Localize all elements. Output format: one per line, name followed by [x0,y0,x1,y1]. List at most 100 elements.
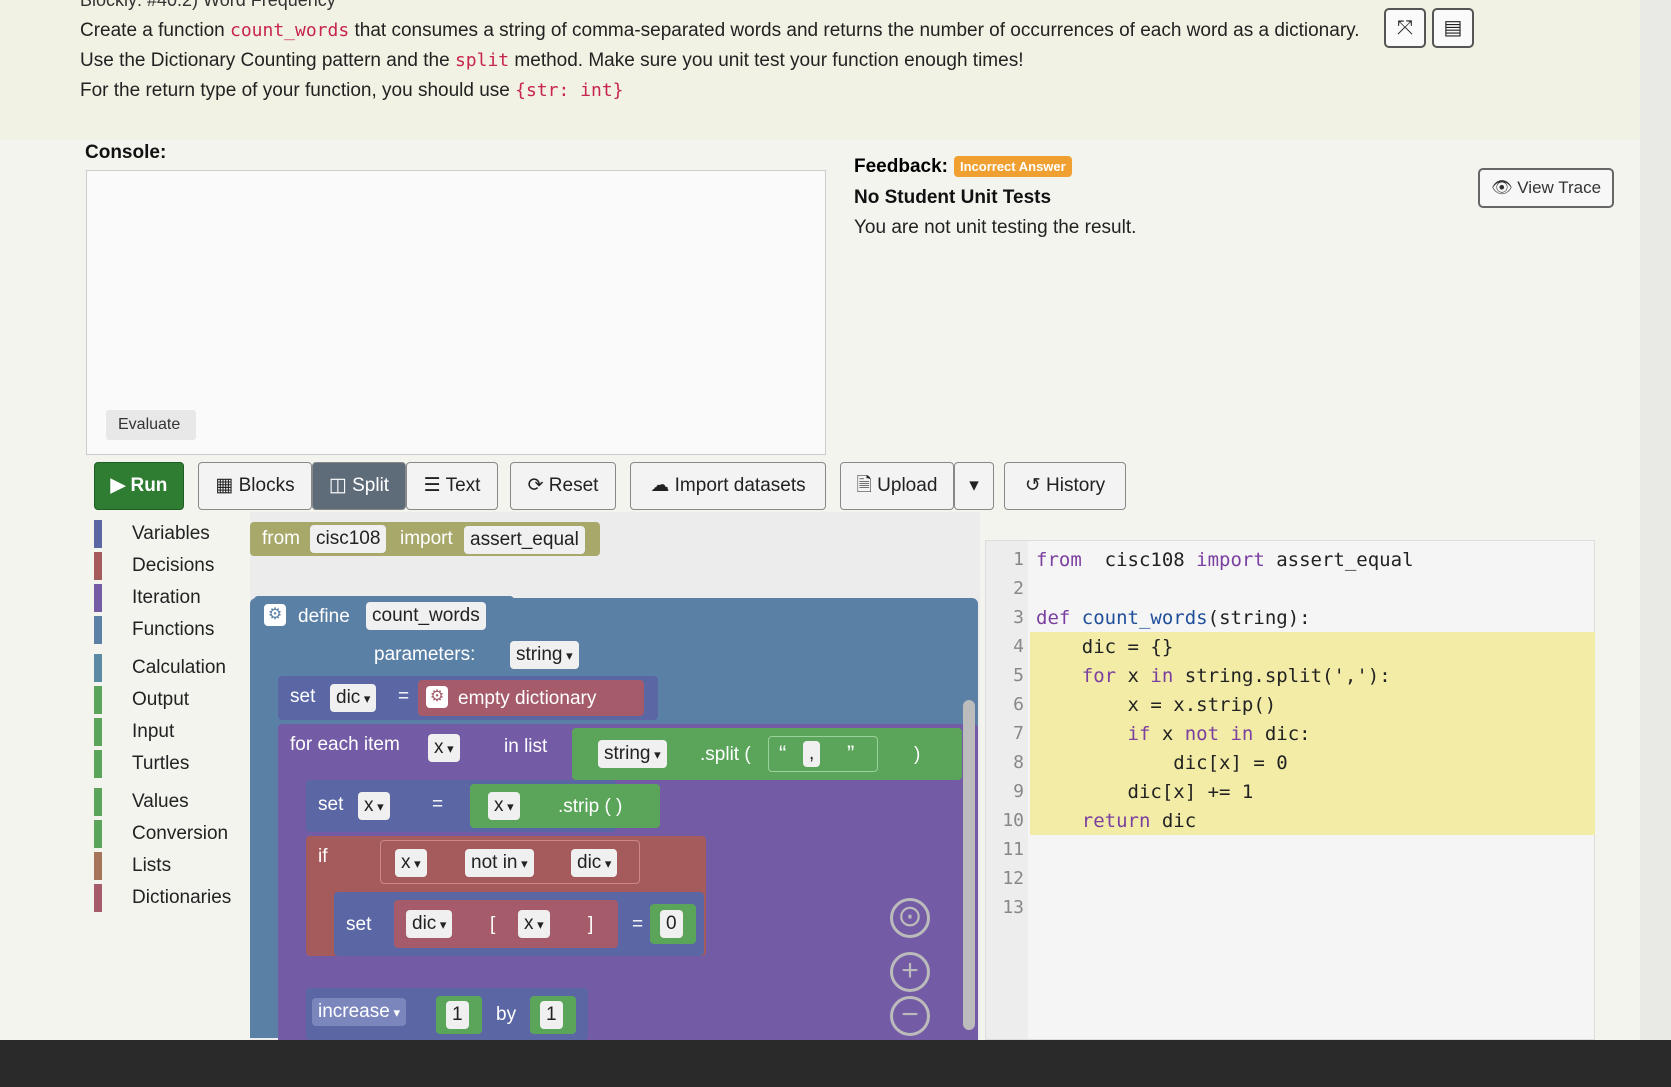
increase-amount[interactable]: 1 [446,1001,469,1029]
upload-dropdown[interactable]: ▾ [954,462,994,510]
toolbox-category-decisions[interactable]: Decisions [94,552,214,580]
history-button[interactable]: ↺ History [1004,462,1126,510]
code-editor[interactable]: 1 from cisc108 import assert_equal 2 3 def c… [985,540,1595,1040]
x-variable[interactable]: x [488,792,520,820]
zoom-out-icon[interactable]: − [890,996,930,1036]
text-button[interactable]: ☰ Text [406,462,498,510]
category-color-bar [94,520,102,548]
code-line[interactable]: for x in string.split(','): [1036,665,1391,687]
increase-block[interactable]: increase 1 by 1 [306,988,588,1040]
comma-literal[interactable]: , [803,741,821,767]
category-color-bar [94,820,102,848]
reset-button[interactable]: ⟳ Reset [510,462,616,510]
number-block[interactable]: 1 [530,996,576,1034]
parameters-row: parameters: string [350,636,600,672]
import-block[interactable]: from cisc108 import assert_equal [250,522,600,556]
set-dic-item-block[interactable]: set dic [ x ] = 0 [334,892,704,956]
category-label: Calculation [132,657,226,678]
category-color-bar [94,852,102,880]
code-token: string.split(','): [1173,665,1391,687]
run-button[interactable]: ▶ Run [94,462,184,510]
bracket-open: [ [490,914,496,935]
evaluate-button[interactable]: Evaluate [106,410,196,440]
blocks-workspace[interactable]: from cisc108 import assert_equal ⚙ defin… [250,512,980,1040]
equals-sign: = [432,794,444,815]
import-name: assert_equal [464,526,585,554]
code-line[interactable]: dic[x] += 1 [1036,781,1254,803]
not-in-operator[interactable]: not in [465,849,534,877]
code-line[interactable]: dic[x] = 0 [1036,752,1287,774]
set-x-block[interactable]: set x = x .strip ( ) [306,780,660,832]
toolbox-category-turtles[interactable]: Turtles [94,750,189,778]
dic-variable[interactable]: dic [571,849,618,877]
toolbox-category-input[interactable]: Input [94,718,174,746]
code-line[interactable]: dic = {} [1036,636,1174,658]
increase-dropdown[interactable]: increase [312,998,406,1026]
toolbox-category-functions[interactable]: Functions [94,616,214,644]
console-textarea[interactable] [86,170,826,455]
zero-value[interactable]: 0 [660,910,683,938]
category-color-bar [94,686,102,714]
x-variable[interactable]: x [358,792,390,820]
empty-dictionary-label: empty dictionary [458,688,597,709]
split-button[interactable]: ◫ Split [312,462,406,510]
strip-call-block[interactable]: x .strip ( ) [470,784,660,828]
import-datasets-button[interactable]: ☁ Import datasets [630,462,826,510]
number-block[interactable]: 1 [436,996,482,1034]
history-label: History [1046,475,1106,496]
line-number: 8 [1013,752,1024,773]
code-line[interactable]: from cisc108 import assert_equal [1036,549,1414,571]
string-literal-block[interactable]: “ , ” [768,736,878,772]
code-line[interactable]: x = x.strip() [1036,694,1277,716]
param-dropdown[interactable]: string [510,641,579,669]
x-variable[interactable]: x [428,734,460,762]
toolbox-category-calculation[interactable]: Calculation [94,654,226,682]
code-line[interactable]: return dic [1036,810,1196,832]
split-icon: ◫ [328,475,347,496]
toolbox-category-dictionaries[interactable]: Dictionaries [94,884,231,912]
category-color-bar [94,584,102,612]
line-number: 12 [1002,868,1024,889]
blocks-button[interactable]: ▦ Blocks [198,462,312,510]
dic-variable[interactable]: dic [406,910,453,938]
from-keyword: from [262,528,300,549]
zoom-in-icon[interactable]: + [890,952,930,992]
code-token: x [1116,665,1151,687]
toolbox-category-values[interactable]: Values [94,788,189,816]
empty-dictionary-block[interactable]: ⚙ empty dictionary [418,680,644,716]
feedback-label: Feedback: [854,156,948,177]
set-keyword: set [318,794,344,815]
split-call-block[interactable]: string .split ( “ , ” ) [572,728,962,780]
x-variable[interactable]: x [518,910,550,938]
upload-button[interactable]: 🗎 Upload [840,462,954,510]
string-variable[interactable]: string [598,740,667,768]
gear-icon: ⚙ [264,604,286,626]
toolbox-category-conversion[interactable]: Conversion [94,820,228,848]
toolbox-category-iteration[interactable]: Iteration [94,584,201,612]
toolbox-category-lists[interactable]: Lists [94,852,171,880]
dic-index-block[interactable]: dic [ x ] [394,900,618,948]
number-block[interactable]: 0 [650,904,696,944]
fullscreen-icon[interactable]: ⤧ [1384,8,1426,48]
code-line[interactable]: def count_words(string): [1036,607,1311,629]
code-token: from [1036,549,1082,571]
x-variable[interactable]: x [395,849,427,877]
cloud-icon: ☁ [650,475,670,496]
category-color-bar [94,788,102,816]
menu-icon[interactable]: ▤ [1432,8,1474,48]
code-line[interactable]: if x not in dic: [1036,723,1311,745]
condition-block[interactable]: x not in dic [380,840,640,884]
dic-variable[interactable]: dic [330,684,377,712]
code-token: in [1150,665,1174,687]
recenter-icon[interactable]: ⊙ [890,898,930,938]
code-token: def [1036,607,1071,629]
toolbox-category-variables[interactable]: Variables [94,520,210,548]
reset-label: Reset [548,475,599,496]
increase-by-amount[interactable]: 1 [540,1001,563,1029]
workspace-scrollbar[interactable] [963,700,975,1030]
strip-method: .strip ( ) [558,796,623,817]
set-dic-block[interactable]: set dic = ⚙ empty dictionary [278,676,658,720]
view-trace-button[interactable]: 👁 View Trace [1478,168,1614,208]
split-method: .split ( [700,744,751,765]
toolbox-category-output[interactable]: Output [94,686,189,714]
